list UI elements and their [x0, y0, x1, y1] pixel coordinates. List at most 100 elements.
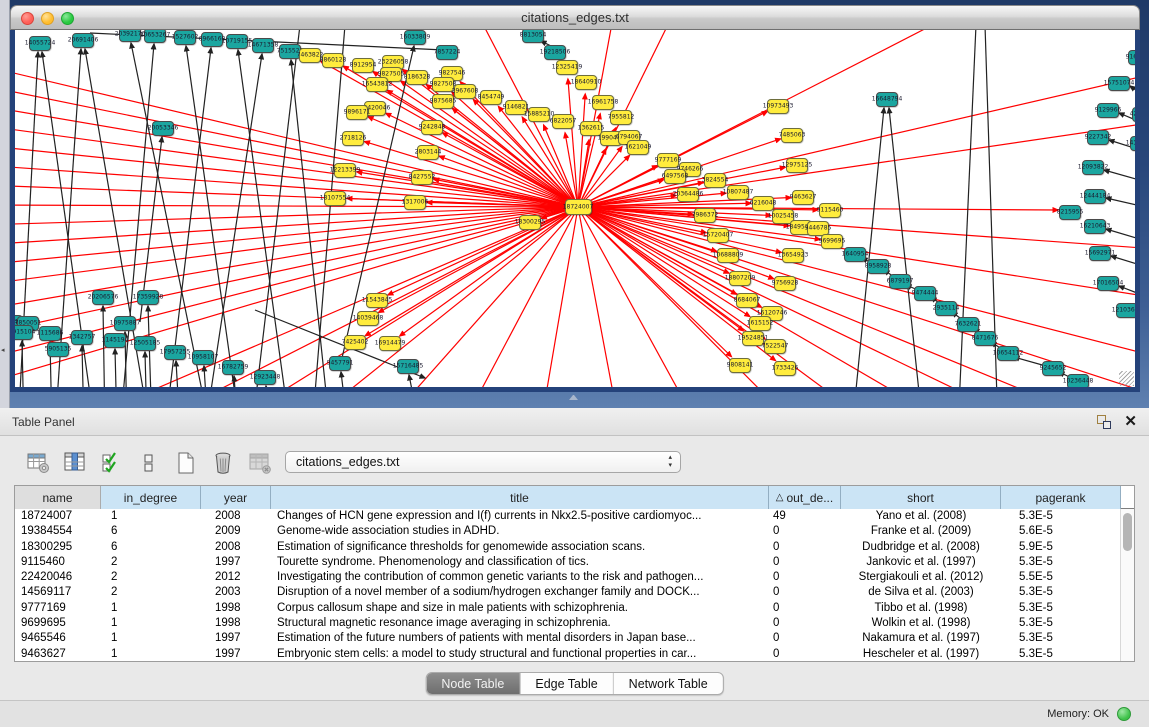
network-frame[interactable]: citations_edges.txt — [10, 5, 1140, 392]
graph-node[interactable]: 16648794 — [876, 92, 898, 107]
graph-node[interactable]: 9245652 — [1042, 361, 1064, 376]
graph-node[interactable]: 17359928 — [137, 290, 159, 305]
graph-node[interactable]: 12975125 — [786, 158, 808, 173]
graph-node[interactable]: 15692971 — [1089, 246, 1111, 261]
graph-node[interactable]: 6966160 — [201, 32, 223, 47]
table-row[interactable]: 946554611997Estimation of the future num… — [15, 631, 1134, 646]
graph-node[interactable]: 1640954 — [844, 247, 866, 262]
graph-node[interactable]: 7425402 — [344, 335, 366, 350]
graph-node[interactable]: 2935114 — [935, 301, 957, 316]
graph-node[interactable]: 7485063 — [781, 128, 803, 143]
graph-node[interactable]: 12505185 — [134, 336, 156, 351]
graph-node[interactable]: 14039468 — [357, 311, 379, 326]
graph-node[interactable]: 20392176 — [119, 30, 141, 42]
delete-table-icon[interactable] — [247, 450, 273, 476]
graph-node[interactable]: 15716485 — [397, 359, 419, 374]
graph-node[interactable]: 8471676 — [974, 331, 996, 346]
graph-node[interactable]: 16782759 — [222, 360, 244, 375]
graph-node[interactable]: 18300295 — [519, 215, 541, 230]
graph-node[interactable]: 14671358 — [252, 38, 274, 53]
graph-node[interactable]: 8684067 — [736, 293, 758, 308]
scrollbar-thumb[interactable] — [1123, 513, 1132, 551]
graph-node[interactable]: 9474444 — [914, 286, 936, 301]
graph-node[interactable]: 18107554 — [324, 191, 346, 206]
graph-node[interactable]: 1342757 — [71, 330, 93, 345]
graph-node[interactable]: 1615152 — [749, 316, 771, 331]
graph-node[interactable]: 9463627 — [792, 190, 814, 205]
graph-node[interactable]: 12213399 — [334, 163, 356, 178]
graph-node[interactable]: 10688809 — [717, 248, 739, 263]
graph-node[interactable]: 16961758 — [592, 95, 614, 110]
graph-node[interactable]: 6822057 — [552, 114, 574, 129]
graph-node[interactable]: 9242848 — [421, 120, 443, 135]
table-row[interactable]: 1830029562008Estimation of significance … — [15, 540, 1134, 555]
graph-node[interactable]: 20364486 — [677, 187, 699, 202]
collapse-arrow-icon[interactable]: ◂ — [1, 346, 5, 354]
tab-node-table[interactable]: Node Table — [426, 673, 520, 694]
frame-resize-grip[interactable] — [1119, 371, 1134, 386]
deselect-rows-icon[interactable] — [136, 450, 162, 476]
graph-node[interactable]: 14334221 — [1130, 136, 1135, 151]
graph-node[interactable]: 8813054 — [522, 30, 544, 43]
graph-node[interactable]: 19218506 — [544, 45, 566, 60]
graph-node[interactable]: 16914479 — [379, 336, 401, 351]
graph-node[interactable]: 9115460 — [819, 203, 841, 218]
graph-node[interactable]: 7632621 — [957, 317, 979, 332]
table-row[interactable]: 977716911998Corpus callosum shape and si… — [15, 601, 1134, 616]
graph-node[interactable]: 9457791 — [329, 356, 351, 371]
graph-node[interactable]: 18640910 — [575, 75, 597, 90]
graph-node[interactable]: 2718126 — [342, 131, 364, 146]
graph-node[interactable]: 10958107 — [192, 350, 214, 365]
graph-node[interactable]: 10236448 — [1067, 374, 1089, 388]
graph-node[interactable]: 13654923 — [782, 248, 804, 263]
close-panel-icon[interactable]: ✕ — [1124, 412, 1137, 430]
graph-node[interactable]: 10653267 — [144, 30, 166, 43]
graph-node[interactable]: 10973493 — [767, 99, 789, 114]
graph-node[interactable]: 3915104 — [15, 325, 33, 340]
graph-node[interactable]: 9808141 — [729, 358, 751, 373]
graph-node[interactable]: 16210643 — [1084, 219, 1106, 234]
graph-node[interactable]: 4289514 — [1132, 107, 1135, 122]
table-settings-icon[interactable] — [25, 450, 51, 476]
graph-node[interactable]: 2967608 — [454, 84, 476, 99]
row-select-icon[interactable] — [99, 450, 125, 476]
graph-node[interactable]: 15751074 — [1108, 76, 1130, 91]
graph-node[interactable]: 12325419 — [556, 60, 578, 75]
graph-node[interactable]: 9756928 — [774, 276, 796, 291]
tab-network-table[interactable]: Network Table — [614, 673, 723, 694]
graph-node[interactable]: 8958928 — [867, 259, 889, 274]
table-row[interactable]: 1456911722003Disruption of a novel membe… — [15, 585, 1134, 600]
graph-node[interactable]: 9227342 — [1087, 130, 1109, 145]
graph-node[interactable]: 1115686 — [39, 326, 61, 341]
graph-node[interactable]: 9875685 — [432, 94, 454, 109]
graph-node[interactable]: 1362615 — [580, 121, 602, 136]
control-panel-divider[interactable]: ◂ — [0, 0, 10, 408]
graph-node[interactable]: 11543845 — [366, 293, 388, 308]
graph-node[interactable]: 1527602 — [174, 30, 196, 45]
network-frame-titlebar[interactable]: citations_edges.txt — [10, 5, 1140, 30]
graph-node[interactable]: 3824554 — [704, 173, 726, 188]
column-select-icon[interactable] — [62, 450, 88, 476]
graph-node[interactable]: 12103654 — [1116, 303, 1135, 318]
graph-node[interactable]: 8427552 — [411, 170, 433, 185]
column-header-title[interactable]: title — [271, 486, 769, 509]
graph-node[interactable]: 5905135 — [47, 342, 69, 357]
graph-node[interactable]: 10807487 — [727, 185, 749, 200]
graph-node[interactable]: 8454749 — [480, 90, 502, 105]
graph-node[interactable]: 1317006 — [404, 195, 426, 210]
table-row[interactable]: 911546021997Tourette syndrome. Phenomeno… — [15, 555, 1134, 570]
graph-node[interactable]: 10975887 — [114, 316, 136, 331]
table-row[interactable]: 1872400712008Changes of HCN gene express… — [15, 509, 1134, 524]
graph-node[interactable]: 20206576 — [92, 290, 114, 305]
graph-node[interactable]: 7522547 — [764, 339, 786, 354]
table-row[interactable]: 2242004622012Investigating the contribut… — [15, 570, 1134, 585]
graph-node[interactable]: 12923448 — [254, 370, 276, 385]
table-row[interactable]: 946362711997Embryonic stem cells: a mode… — [15, 647, 1134, 662]
graph-node[interactable]: 12093822 — [1082, 160, 1104, 175]
graph-node[interactable]: 1145194 — [104, 333, 126, 348]
graph-node[interactable]: 7857224 — [436, 45, 458, 60]
graph-node[interactable]: 6497568 — [664, 169, 686, 184]
graph-node[interactable]: 17957255 — [164, 345, 186, 360]
graph-node[interactable]: 20691406 — [72, 33, 94, 48]
column-header-in_degree[interactable]: in_degree — [101, 486, 201, 509]
